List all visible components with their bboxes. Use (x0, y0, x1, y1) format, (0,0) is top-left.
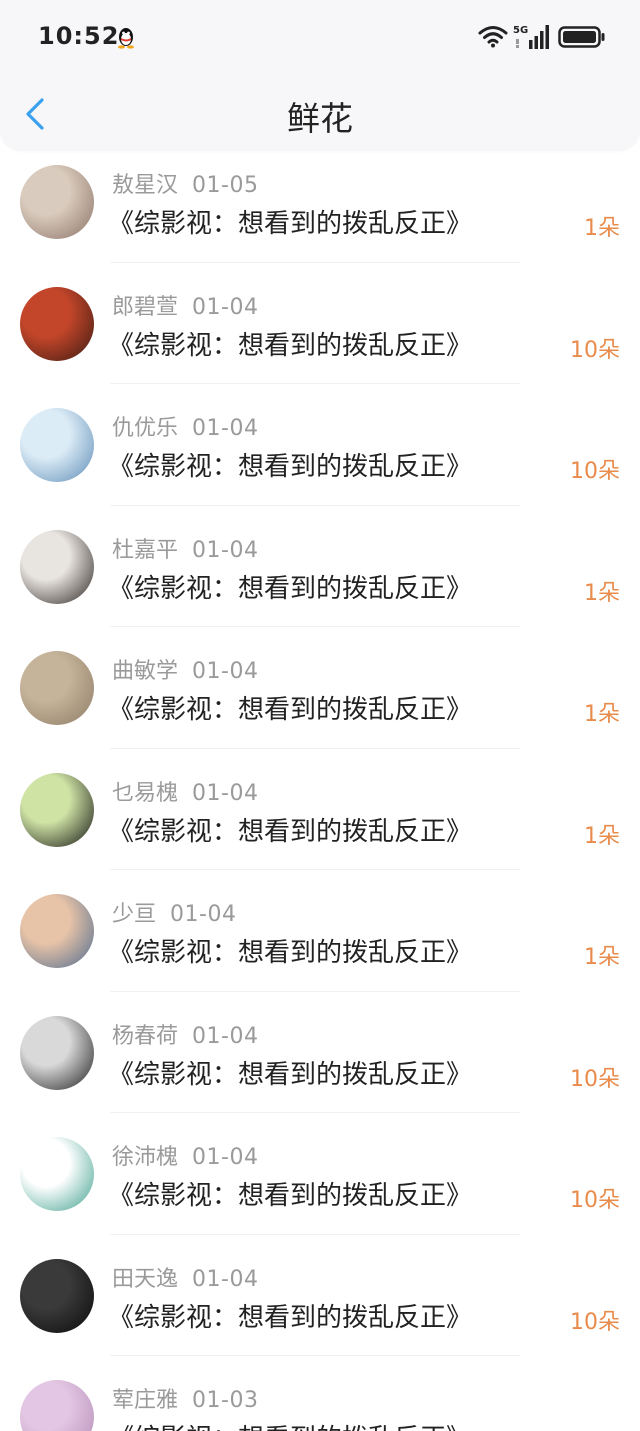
gift-date: 01-04 (192, 1266, 259, 1292)
user-name[interactable]: 乜易槐 (112, 781, 178, 806)
flower-count: 10朵 (570, 337, 620, 363)
list-item[interactable]: 杜嘉平 01-04 《综影视：想看到的拨乱反正》 1朵 (0, 515, 640, 637)
list-item[interactable]: 少亘 01-04 《综影视：想看到的拨乱反正》 1朵 (0, 879, 640, 1001)
user-meta: 杜嘉平 01-04 (112, 532, 258, 564)
book-title: 《综影视：想看到的拨乱反正》 (108, 209, 473, 239)
list-item[interactable]: 徐沛槐 01-04 《综影视：想看到的拨乱反正》 10朵 (0, 1122, 640, 1244)
user-meta: 乜易槐 01-04 (112, 775, 258, 807)
top-header: 10:52 5G 鲜花 (0, 0, 640, 150)
avatar[interactable] (20, 1380, 94, 1431)
book-title: 《综影视：想看到的拨乱反正》 (108, 1059, 473, 1090)
gift-date: 01-04 (192, 1145, 259, 1170)
avatar[interactable] (20, 894, 94, 968)
user-name[interactable]: 曲敏学 (112, 659, 178, 684)
user-name[interactable]: 田天逸 (112, 1267, 178, 1292)
flower-count: 1朵 (584, 580, 620, 606)
book-title: 《综影视：想看到的拨乱反正》 (108, 816, 473, 847)
book-title: 《综影视：想看到的拨乱反正》 (108, 330, 473, 361)
list-item[interactable]: 田天逸 01-04 《综影视：想看到的拨乱反正》 10朵 (0, 1244, 640, 1366)
wifi-icon (478, 26, 508, 48)
flower-count: 10朵 (570, 1066, 620, 1092)
divider (110, 261, 520, 263)
list-item[interactable]: 杨春荷 01-04 《综影视：想看到的拨乱反正》 10朵 (0, 1001, 640, 1123)
book-title: 《综影视：想看到的拨乱反正》 (108, 938, 473, 968)
user-name[interactable]: 杨春荷 (112, 1024, 178, 1049)
network-label: 5G (513, 25, 528, 36)
user-name[interactable]: 仇优乐 (112, 416, 178, 441)
gift-date: 01-04 (192, 659, 259, 684)
divider (110, 1355, 520, 1356)
book-title: 《综影视：想看到的拨乱反正》 (108, 1302, 473, 1333)
list-item[interactable]: 曲敏学 01-04 《综影视：想看到的拨乱反正》 1朵 (0, 636, 640, 758)
status-bar: 10:52 5G (0, 0, 640, 76)
flower-count: 10朵 (570, 1309, 620, 1335)
user-meta: 郎碧萱 01-04 (112, 289, 258, 321)
user-meta: 仇优乐 01-04 (112, 410, 258, 442)
gift-date: 01-04 (192, 416, 259, 441)
avatar[interactable] (20, 1137, 94, 1211)
user-name[interactable]: 荤庄雅 (112, 1388, 178, 1413)
avatar[interactable] (20, 165, 94, 239)
user-name[interactable]: 少亘 (112, 902, 156, 927)
avatar[interactable] (20, 1258, 94, 1333)
book-title: 《综影视：想看到的拨乱反正》 (108, 452, 473, 482)
gift-date: 01-04 (192, 537, 259, 563)
avatar[interactable] (20, 651, 94, 725)
flower-count: 10朵 (570, 459, 620, 484)
user-meta: 敖星汉 01-05 (112, 167, 258, 199)
page-title: 鲜花 (287, 99, 353, 138)
book-title: 《综影视：想看到的拨乱反正》 (108, 573, 473, 604)
gift-date: 01-04 (192, 1023, 259, 1049)
divider (110, 383, 520, 384)
gift-date: 01-03 (192, 1388, 259, 1413)
book-title: 《综影视：想看到的拨乱反正》 (108, 1418, 472, 1431)
flower-count: 1朵 (584, 702, 620, 727)
gift-date: 01-05 (192, 173, 259, 198)
divider (110, 990, 520, 992)
book-title: 《综影视：想看到的拨乱反正》 (108, 695, 473, 725)
divider (110, 747, 520, 749)
user-name[interactable]: 徐沛槐 (112, 1145, 178, 1170)
user-name[interactable]: 杜嘉平 (112, 538, 178, 563)
user-meta: 曲敏学 01-04 (112, 653, 258, 685)
book-title: 《综影视：想看到的拨乱反正》 (108, 1181, 473, 1211)
qq-penguin-icon (118, 28, 134, 49)
divider (110, 626, 520, 627)
flower-count: 1朵 (584, 823, 620, 849)
flower-count: 10朵 (570, 1188, 620, 1213)
gift-date: 01-04 (192, 294, 259, 320)
user-name[interactable]: 敖星汉 (112, 173, 178, 198)
user-meta: 徐沛槐 01-04 (112, 1139, 258, 1171)
avatar[interactable] (20, 408, 94, 482)
avatar[interactable] (20, 286, 94, 361)
user-meta: 杨春荷 01-04 (112, 1018, 258, 1050)
list-item[interactable]: 郎碧萱 01-04 《综影视：想看到的拨乱反正》 10朵 (0, 272, 640, 394)
list-item[interactable]: 乜易槐 01-04 《综影视：想看到的拨乱反正》 1朵 (0, 758, 640, 880)
flower-count: 1朵 (584, 945, 620, 970)
avatar[interactable] (20, 1015, 94, 1090)
user-meta: 田天逸 01-04 (112, 1261, 258, 1293)
divider (110, 1233, 520, 1235)
divider (110, 504, 520, 506)
gift-date: 01-04 (170, 902, 237, 927)
list-item[interactable]: 敖星汉 01-05 《综影视：想看到的拨乱反正》 1朵 (0, 150, 640, 272)
divider (110, 869, 520, 870)
flower-count: 10朵 (570, 1425, 620, 1431)
nav-bar: 鲜花 (0, 76, 640, 150)
gift-date: 01-04 (192, 780, 259, 806)
user-meta: 荤庄雅 01-03 (112, 1382, 258, 1414)
user-meta: 少亘 01-04 (112, 896, 236, 928)
list-item[interactable]: 荤庄雅 01-03 《综影视：想看到的拨乱反正》 10朵 (0, 1365, 640, 1431)
battery-icon (558, 26, 605, 48)
user-name[interactable]: 郎碧萱 (112, 295, 178, 320)
status-time: 10:52 (38, 22, 120, 50)
flower-count: 1朵 (584, 216, 620, 241)
divider (110, 1112, 520, 1113)
signal-5g-icon: 5G (513, 25, 549, 49)
avatar[interactable] (20, 529, 94, 604)
avatar[interactable] (20, 772, 94, 847)
list-item[interactable]: 仇优乐 01-04 《综影视：想看到的拨乱反正》 10朵 (0, 393, 640, 515)
